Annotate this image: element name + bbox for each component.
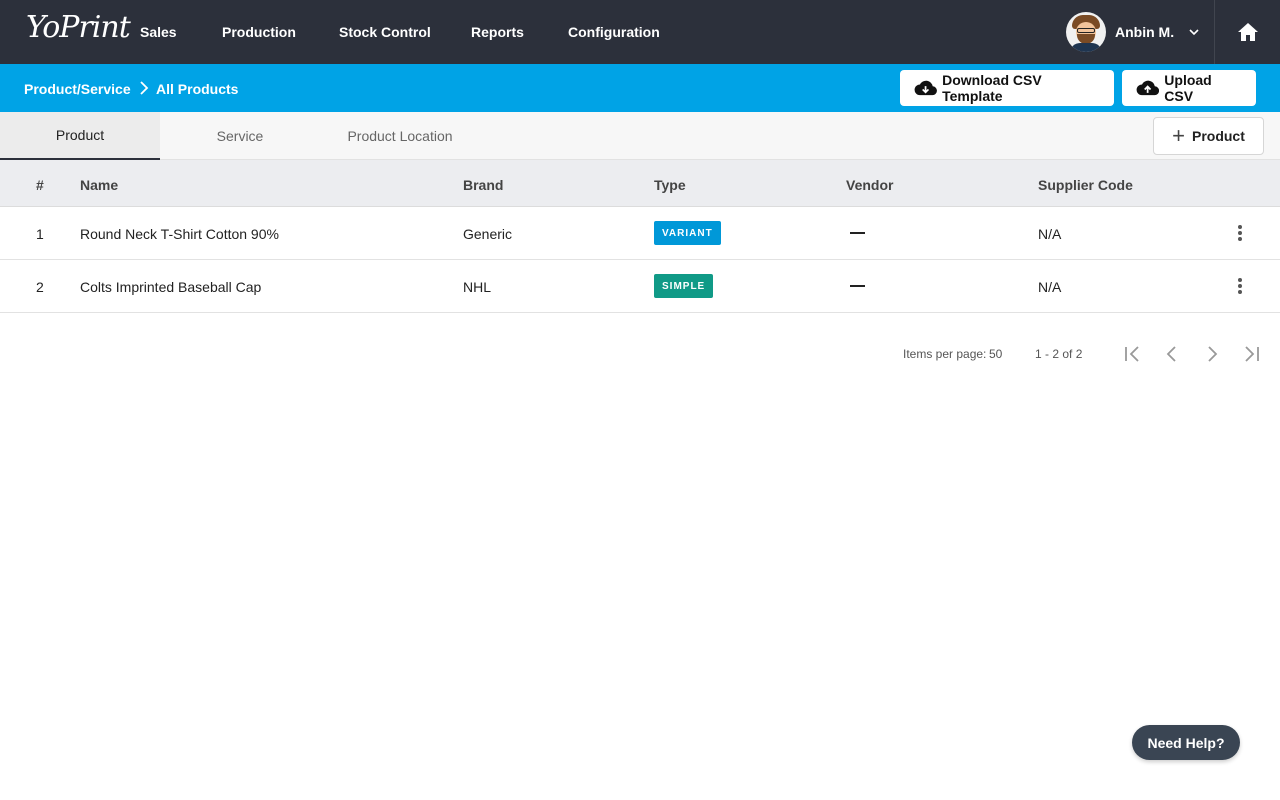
more-options-icon[interactable] <box>1232 223 1248 243</box>
breadcrumb-parent[interactable]: Product/Service <box>24 81 131 97</box>
nav-divider <box>1214 0 1215 64</box>
vendor-empty-dash <box>850 285 865 287</box>
column-header-supplier-code[interactable]: Supplier Code <box>1038 177 1133 193</box>
avatar <box>1066 12 1106 52</box>
nav-item-configuration[interactable]: Configuration <box>568 24 660 40</box>
type-badge: SIMPLE <box>654 274 714 298</box>
add-product-button[interactable]: + Product <box>1153 117 1264 155</box>
next-page-icon[interactable] <box>1200 343 1224 365</box>
first-page-icon[interactable] <box>1120 343 1144 365</box>
product-brand: NHL <box>463 279 492 295</box>
chevron-right-icon <box>140 81 149 95</box>
table-header: # Name Brand Type Vendor Supplier Code <box>0 160 1280 207</box>
items-per-page-label: Items per page: <box>903 347 987 361</box>
breadcrumb-current: All Products <box>156 81 239 97</box>
items-per-page-select[interactable]: 50 <box>989 347 1002 361</box>
column-header-brand[interactable]: Brand <box>463 177 503 193</box>
breadcrumb-bar: Product/Service All Products Download CS… <box>0 64 1280 112</box>
product-brand: Generic <box>463 226 513 242</box>
last-page-icon[interactable] <box>1240 343 1264 365</box>
plus-icon: + <box>1172 123 1185 148</box>
need-help-button[interactable]: Need Help? <box>1132 725 1240 760</box>
tab-service[interactable]: Service <box>160 112 320 160</box>
column-header-vendor[interactable]: Vendor <box>846 177 893 193</box>
column-header-type[interactable]: Type <box>654 177 686 193</box>
top-nav: YoPrint Sales Production Stock Control R… <box>0 0 1280 64</box>
user-menu[interactable]: Anbin M. <box>1066 11 1200 53</box>
nav-item-sales[interactable]: Sales <box>140 24 177 40</box>
more-options-icon[interactable] <box>1232 276 1248 296</box>
previous-page-icon[interactable] <box>1160 343 1184 365</box>
table-row[interactable]: 1 Round Neck T-Shirt Cotton 90% Generic … <box>0 207 1280 260</box>
add-product-label: Product <box>1191 128 1245 144</box>
home-icon[interactable] <box>1237 22 1259 42</box>
supplier-code: N/A <box>1038 226 1062 242</box>
column-header-index: # <box>36 177 44 193</box>
nav-item-stock-control[interactable]: Stock Control <box>339 24 431 40</box>
cloud-download-icon <box>914 80 937 96</box>
pagination-range: 1 - 2 of 2 <box>1035 347 1083 361</box>
vendor-empty-dash <box>850 232 865 234</box>
type-badge: VARIANT <box>654 221 721 245</box>
product-name[interactable]: Colts Imprinted Baseball Cap <box>80 279 261 295</box>
download-csv-template-button[interactable]: Download CSV Template <box>900 70 1114 106</box>
user-name: Anbin M. <box>1115 24 1175 40</box>
chevron-down-icon <box>1189 29 1199 36</box>
tab-bar: Product Service Product Location + Produ… <box>0 112 1280 160</box>
cloud-upload-icon <box>1136 80 1160 96</box>
yoprint-logo[interactable]: YoPrint <box>26 10 131 45</box>
supplier-code: N/A <box>1038 279 1062 295</box>
row-index: 1 <box>36 226 44 242</box>
upload-csv-button[interactable]: Upload CSV <box>1122 70 1256 106</box>
row-index: 2 <box>36 279 44 295</box>
table-row[interactable]: 2 Colts Imprinted Baseball Cap NHL SIMPL… <box>0 260 1280 313</box>
product-name[interactable]: Round Neck T-Shirt Cotton 90% <box>80 226 279 242</box>
download-csv-template-label: Download CSV Template <box>942 72 1042 104</box>
nav-item-reports[interactable]: Reports <box>471 24 524 40</box>
upload-csv-label: Upload CSV <box>1164 72 1212 104</box>
tab-product[interactable]: Product <box>0 112 160 160</box>
tab-product-location[interactable]: Product Location <box>320 112 480 160</box>
column-header-name[interactable]: Name <box>80 177 118 193</box>
nav-item-production[interactable]: Production <box>222 24 296 40</box>
